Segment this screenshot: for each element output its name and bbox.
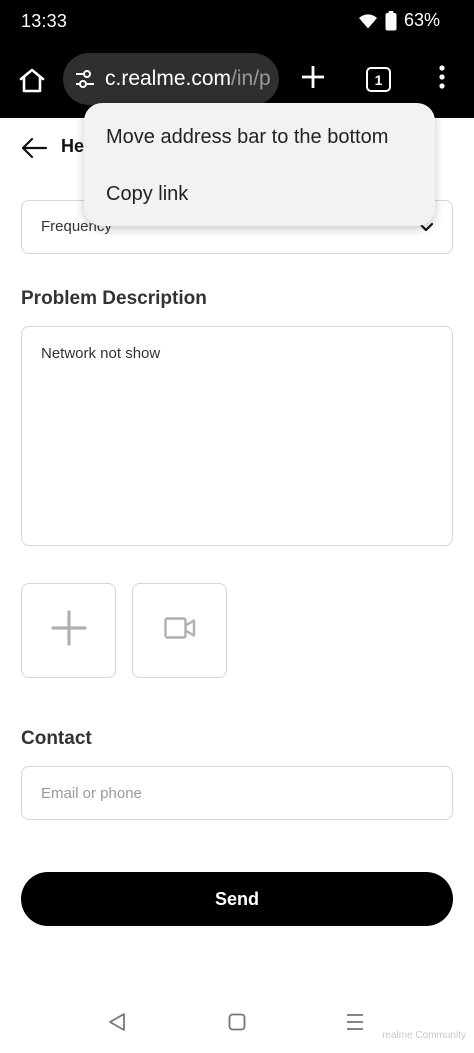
arrow-left-icon[interactable] <box>20 136 48 160</box>
status-time: 13:33 <box>21 11 68 31</box>
url-text: c.realme.com/in/p <box>105 67 271 91</box>
status-icons: 63% <box>358 10 440 31</box>
home-icon <box>18 67 46 98</box>
add-video-button[interactable] <box>132 583 227 678</box>
nav-back-icon[interactable] <box>108 1012 126 1037</box>
new-tab-button[interactable] <box>298 64 328 94</box>
browser-overflow-menu: Move address bar to the bottom Copy link <box>84 103 435 226</box>
contact-input[interactable] <box>21 766 453 820</box>
menu-item-move-address-bar[interactable]: Move address bar to the bottom <box>106 126 388 149</box>
address-bar[interactable]: c.realme.com/in/p <box>63 53 279 105</box>
send-button[interactable]: Send <box>21 872 453 926</box>
menu-item-copy-link[interactable]: Copy link <box>106 183 188 206</box>
video-icon <box>163 617 196 644</box>
system-nav-bar: realme Community <box>0 990 474 1053</box>
add-photo-button[interactable] <box>21 583 116 678</box>
url-domain: c.realme.com <box>105 67 232 90</box>
watermark: realme Community <box>382 1030 466 1041</box>
status-bar: 13:33 63% <box>0 0 474 44</box>
contact-title: Contact <box>21 728 92 749</box>
battery-percent: 63% <box>403 10 440 30</box>
problem-description-title: Problem Description <box>21 288 207 309</box>
home-button[interactable] <box>14 64 50 100</box>
tab-switcher-button[interactable]: 1 <box>366 67 391 92</box>
more-vert-icon <box>438 64 446 94</box>
add-photo-icon <box>50 610 87 651</box>
tune-icon[interactable] <box>74 68 96 95</box>
problem-description-textarea[interactable]: Network not show <box>21 326 453 546</box>
nav-recents-icon[interactable] <box>346 1013 364 1036</box>
browser-menu-button[interactable] <box>431 64 453 94</box>
wifi-icon <box>358 12 378 30</box>
nav-home-icon[interactable] <box>228 1013 246 1036</box>
battery-icon <box>385 10 397 31</box>
plus-icon <box>301 65 325 94</box>
url-path: /in/p <box>231 67 271 90</box>
